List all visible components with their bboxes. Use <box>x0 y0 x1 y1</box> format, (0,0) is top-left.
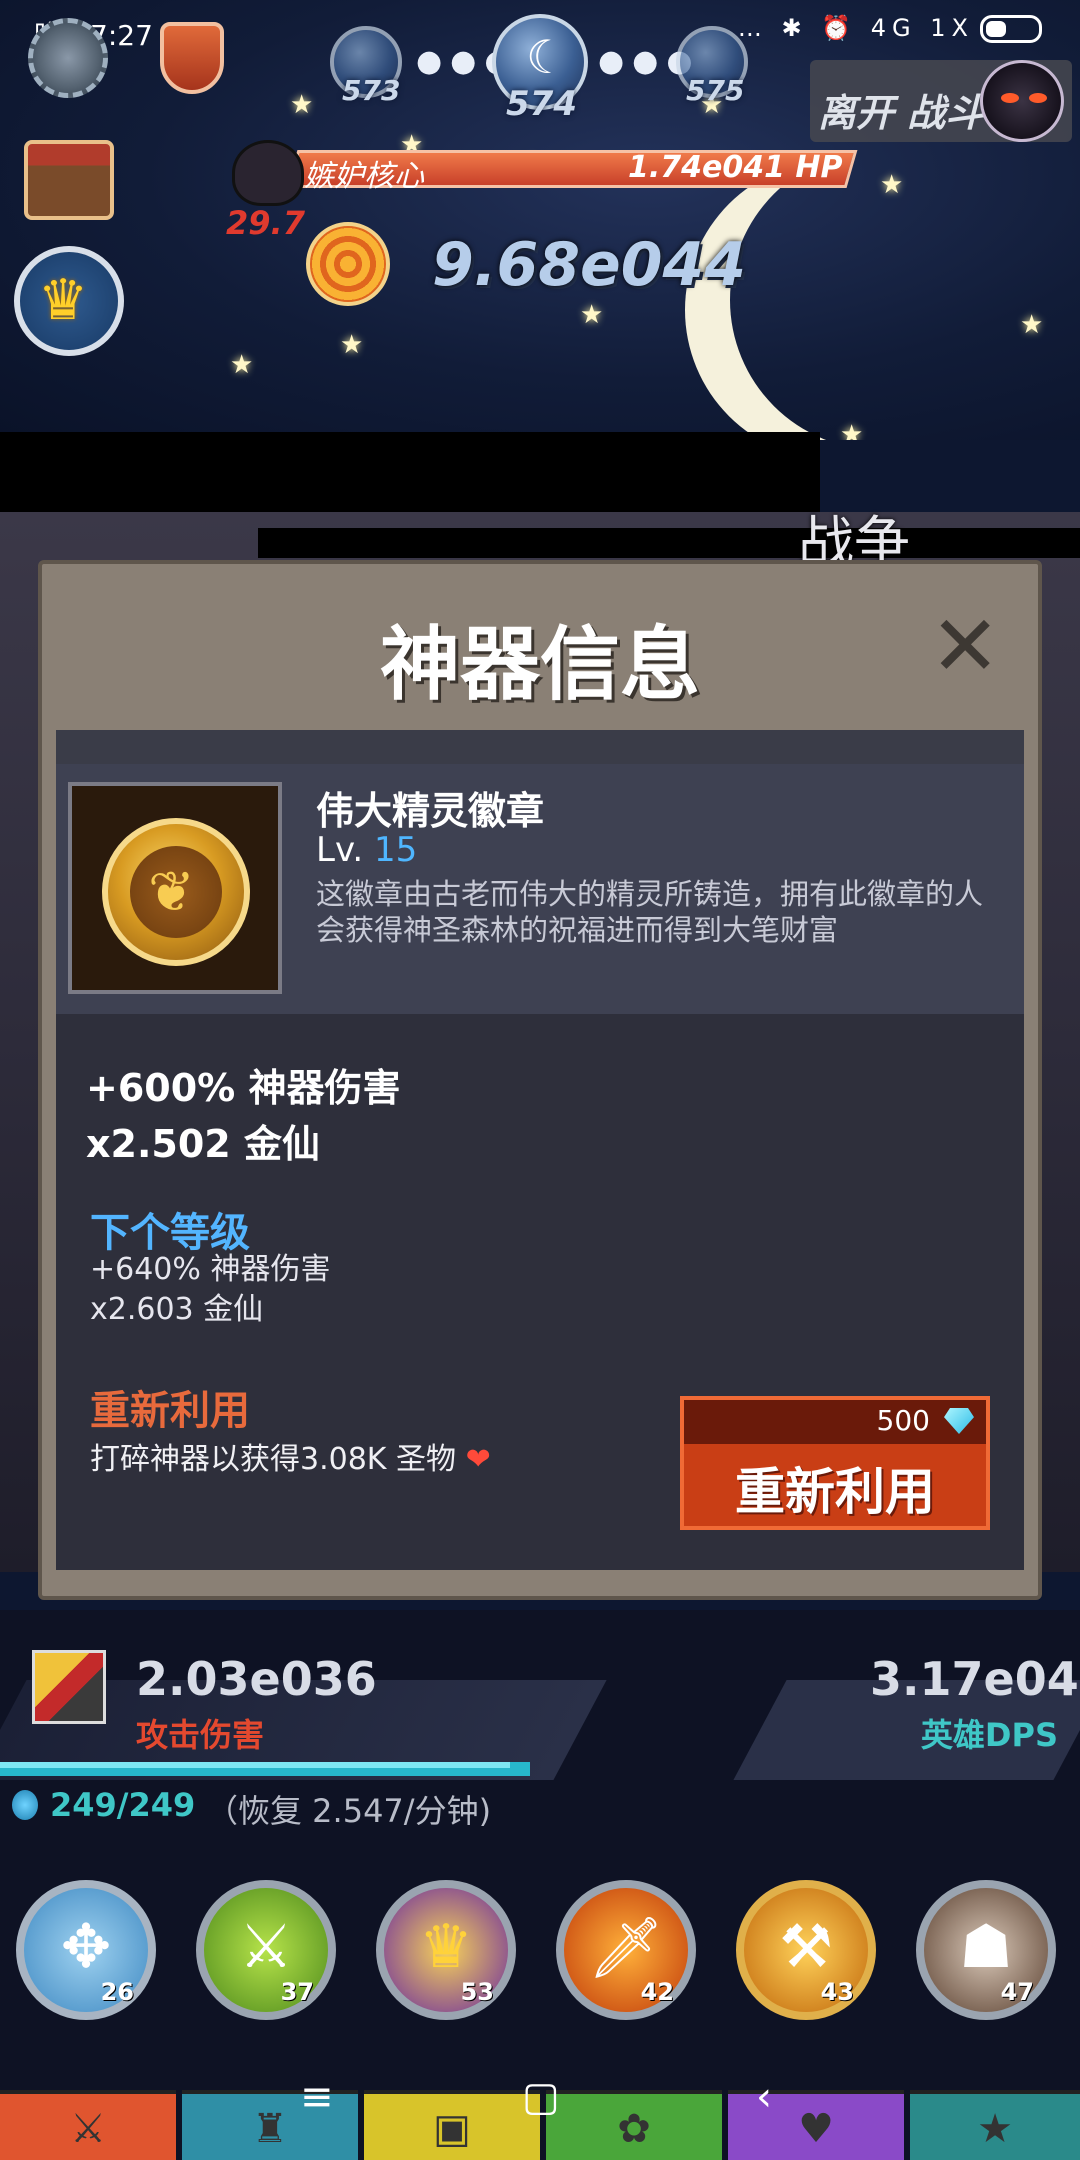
artifact-name: 伟大精灵徽章 <box>316 789 545 833</box>
mana-bar-fill <box>0 1762 510 1768</box>
skill-level: 53 <box>460 1978 494 2006</box>
blade-skill-button[interactable]: 🗡 42 <box>556 1880 696 2020</box>
boss-icon <box>232 140 304 206</box>
moon-icon: ☾ <box>526 30 568 84</box>
gold-skill-button[interactable]: ♛ 53 <box>376 1880 516 2020</box>
reuse-title: 重新利用 <box>90 1388 250 1434</box>
gear-icon[interactable] <box>28 18 108 98</box>
stat-gold: x2.502 金仙 <box>86 1122 320 1166</box>
tab-shop[interactable]: ★ <box>910 2090 1080 2160</box>
level-prefix: Lv. <box>316 830 364 870</box>
weapons-icon: ⚒ <box>779 1912 833 1982</box>
star-decoration: ★ <box>580 300 604 330</box>
reuse-button[interactable]: 500 重新利用 <box>680 1396 990 1530</box>
artifact-image: ❦ <box>68 782 282 994</box>
back-nav-icon[interactable]: ‹ <box>756 2074 772 2120</box>
heart-icon: ♥ <box>798 2106 834 2152</box>
shop-icon[interactable] <box>24 140 114 220</box>
skill-level: 42 <box>640 1978 674 2006</box>
star-decoration: ★ <box>290 90 314 120</box>
star-icon: ★ <box>977 2106 1013 2152</box>
shirt-icon: ▣ <box>433 2106 471 2152</box>
level-number: 15 <box>374 830 418 870</box>
tab-sword[interactable]: ⚔ <box>0 2090 176 2160</box>
reuse-description: 打碎神器以获得3.08K 圣物 ❤ <box>90 1434 491 1478</box>
stage-number: 573 <box>342 74 401 107</box>
mana-icon <box>12 1790 38 1820</box>
angel-wings-icon: ✥ <box>60 1912 112 1982</box>
home-nav-icon[interactable]: ▢ <box>522 2074 560 2120</box>
skill-level: 47 <box>1000 1978 1034 2006</box>
mana-regen: （恢复 2.547/分钟) <box>206 1792 492 1830</box>
boss-name: 嫉妒核心 <box>304 159 424 194</box>
status-icons: … ✱ ⏰ 4G 1X <box>738 14 1042 43</box>
coin-crown-icon: ♛ <box>419 1912 473 1982</box>
close-icon[interactable]: ✕ <box>930 604 1000 688</box>
sword-icon: ⚔ <box>70 2106 106 2152</box>
artifact-description: 这徽章由古老而伟大的精灵所铸造，拥有此徽章的人会获得神圣森林的祝福进而得到大笔财… <box>316 877 984 947</box>
weapons-skill-button[interactable]: ⚒ 43 <box>736 1880 876 2020</box>
demon-eye <box>1001 93 1019 103</box>
attack-damage-value: 2.03e036 <box>136 1652 377 1706</box>
medal-core: ❦ <box>130 846 222 938</box>
relic-heart-icon: ❤ <box>465 1442 491 1477</box>
artifact-level: Lv. 15 <box>316 830 417 870</box>
stage-number-current: 574 <box>506 84 577 124</box>
reuse-description-text: 打碎神器以获得3.08K 圣物 <box>90 1442 457 1477</box>
tab-equipment[interactable]: ▣ <box>364 2090 540 2160</box>
next-stat-gold: x2.603 金仙 <box>90 1292 264 1327</box>
elf-badge-icon: ❦ <box>102 818 250 966</box>
next-level-stats: +640% 神器伤害 x2.603 金仙 <box>90 1250 330 1330</box>
attack-damage-label: 攻击伤害 <box>136 1716 265 1754</box>
mana-value: 249/249 <box>50 1786 196 1824</box>
sword-icon: ⚔ <box>239 1912 293 1982</box>
pet-icon: ✿ <box>617 2106 651 2152</box>
star-decoration: ★ <box>340 330 364 360</box>
boss-timer: 29.7 <box>226 204 305 242</box>
reuse-cost-bar <box>684 1400 986 1444</box>
crown-icon: ♛ <box>38 268 89 333</box>
star-decoration: ★ <box>230 350 254 380</box>
stage-number: 575 <box>686 74 745 107</box>
status-indicators: … ✱ ⏰ 4G 1X <box>737 14 974 42</box>
demon-eye <box>1029 93 1047 103</box>
scene-mask <box>258 528 1080 558</box>
blade-icon: 🗡 <box>587 1913 665 1983</box>
leave-fight-label: 离开 战斗 <box>818 91 984 135</box>
menu-nav-icon[interactable]: ≡ <box>300 2074 334 2120</box>
hero-dps-value: 3.17e041 <box>870 1652 1080 1706</box>
angel-skill-button[interactable]: ✥ 26 <box>16 1880 156 2020</box>
current-stats: +600% 神器伤害 x2.502 金仙 <box>86 1060 400 1172</box>
shadow-skill-button[interactable]: ☗ 47 <box>916 1880 1056 2020</box>
skill-level: 37 <box>280 1978 314 2006</box>
boss-hp: 1.74e041 HP <box>628 150 843 185</box>
scene-mask <box>0 432 820 512</box>
hero-dps-label: 英雄DPS <box>920 1716 1058 1754</box>
wing-icon: ❦ <box>148 860 195 925</box>
stat-artifact-damage: +600% 神器伤害 <box>86 1066 401 1110</box>
tab-artifacts[interactable]: ♥ <box>728 2090 904 2160</box>
shield-icon[interactable] <box>160 22 224 94</box>
hero-avatar[interactable] <box>32 1650 106 1724</box>
moon-decoration <box>730 150 1030 440</box>
skill-level: 43 <box>820 1978 854 2006</box>
spiral-icon <box>306 222 390 306</box>
damage-number: 9.68e044 <box>432 230 746 300</box>
skill-level: 26 <box>100 1978 134 2006</box>
tab-pets[interactable]: ✿ <box>546 2090 722 2160</box>
reuse-button-label: 重新利用 <box>735 1463 935 1521</box>
sword-skill-button[interactable]: ⚔ 37 <box>196 1880 336 2020</box>
demon-icon <box>980 60 1064 142</box>
reuse-cost: 500 <box>876 1404 930 1437</box>
next-stat-artifact-damage: +640% 神器伤害 <box>90 1252 331 1287</box>
crown-button[interactable]: ♛ <box>14 246 124 356</box>
dialog-title: 神器信息 <box>380 618 700 711</box>
battery-icon <box>980 15 1042 43</box>
running-man-icon: ☗ <box>959 1912 1013 1982</box>
